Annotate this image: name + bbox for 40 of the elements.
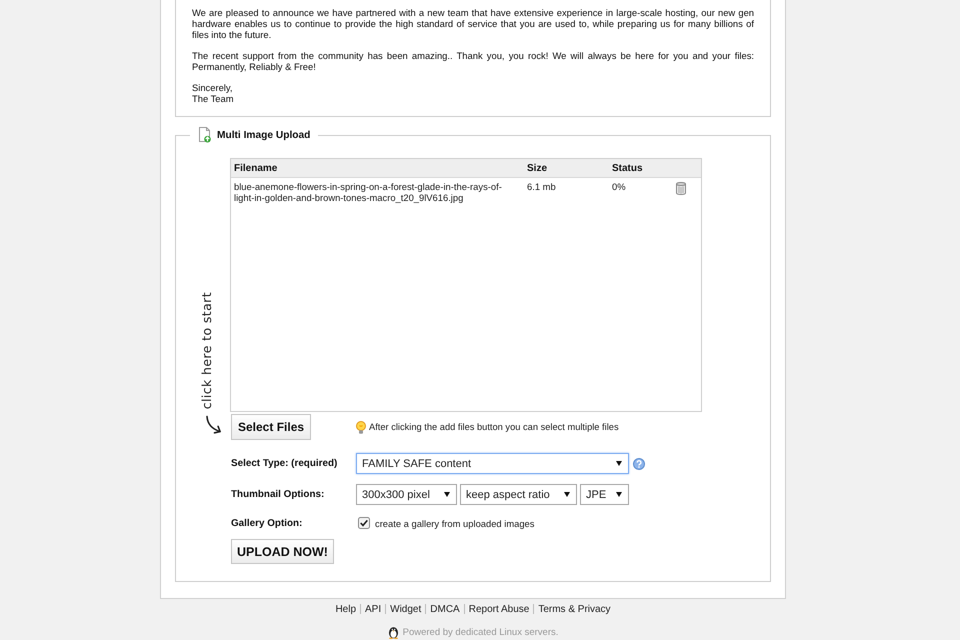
table-cell-text: blue-anemone-flowers-in-spring-on-a-forest-glade-in-the-rays-of-light-in-golden-and-brown-tones-macro_t20_9lV616.jpg bbox=[233, 180, 503, 203]
table-cell-text: 0% bbox=[611, 180, 627, 194]
lightbulb-icon bbox=[355, 420, 367, 434]
help-icon[interactable] bbox=[633, 458, 645, 470]
announcement-paragraph: The recent support from the community has been amazing.. Thank you, you rock! We will always be here for you and your files: Permanently, Reliably & Free! bbox=[192, 50, 754, 72]
powered-by-text: Powered by dedicated Linux servers. bbox=[402, 627, 558, 638]
dropdown[interactable]: keep aspect ratio bbox=[460, 484, 577, 505]
penguin-icon bbox=[388, 626, 399, 639]
footer-link[interactable]: DMCA bbox=[430, 604, 460, 614]
column-header: Status bbox=[611, 162, 644, 174]
caret-icon bbox=[616, 461, 622, 466]
tip-text: After clicking the add files button you can select multiple files bbox=[369, 422, 619, 432]
dropdown[interactable]: 300x300 pixel bbox=[356, 484, 457, 505]
trash-icon[interactable] bbox=[676, 182, 686, 195]
select-files-button[interactable]: Select Files bbox=[231, 414, 312, 440]
checkbox[interactable] bbox=[358, 517, 370, 529]
curved-arrow-icon bbox=[205, 415, 222, 434]
footer-link[interactable]: Terms & Privacy bbox=[538, 604, 611, 614]
upload-now-button[interactable]: UPLOAD NOW! bbox=[231, 539, 334, 564]
footer-link[interactable]: Widget bbox=[390, 604, 422, 614]
dropdown[interactable]: FAMILY SAFE content bbox=[356, 453, 629, 474]
dropdown[interactable]: JPE bbox=[580, 484, 629, 505]
handwritten-hint: click here to start bbox=[198, 292, 214, 409]
option-label: Select Type: (required) bbox=[231, 458, 338, 469]
option-label: Thumbnail Options: bbox=[231, 489, 326, 500]
footer-link[interactable]: Help bbox=[335, 604, 356, 614]
checkbox-label: create a gallery from uploaded images bbox=[375, 518, 534, 528]
signoff-line: Sincerely, bbox=[192, 82, 234, 93]
footer-link[interactable]: API bbox=[365, 604, 382, 614]
signoff-line: The Team bbox=[192, 93, 235, 104]
caret-icon bbox=[616, 492, 622, 497]
option-label: Gallery Option: bbox=[231, 518, 304, 528]
table-cell-text: 6.1 mb bbox=[526, 180, 557, 194]
announcement-paragraph: We are pleased to announce we have partnered with a new team that have extensive experience in large-scale hosting, our new gen hardware enables us to continue to provide the high standard of service that you are used to, while preparing us for many billions of files into the future. bbox=[192, 7, 754, 40]
column-header: Size bbox=[526, 162, 548, 174]
footer-link[interactable]: Report Abuse bbox=[468, 604, 530, 614]
caret-icon bbox=[564, 492, 570, 497]
column-header: Filename bbox=[233, 162, 278, 174]
caret-icon bbox=[444, 492, 450, 497]
panel-title: Multi Image Upload bbox=[217, 130, 310, 140]
